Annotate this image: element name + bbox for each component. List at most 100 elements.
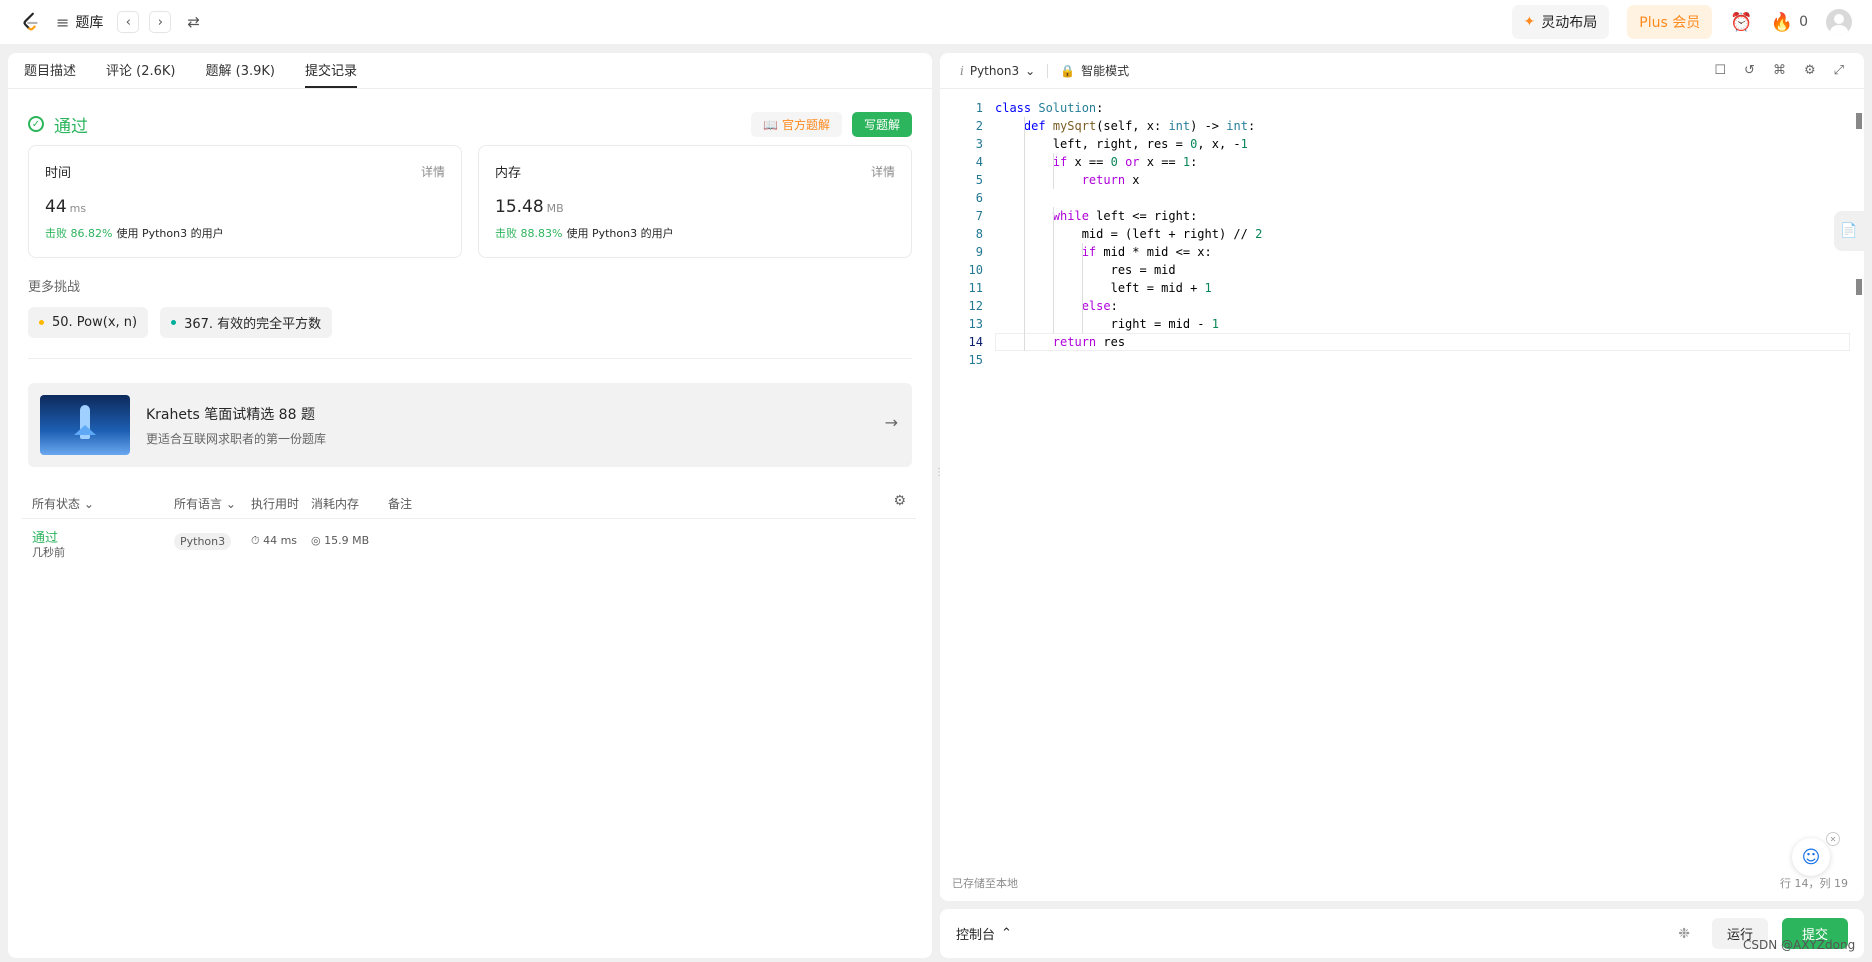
streak-counter[interactable]: 🔥 0: [1771, 12, 1808, 33]
tab-description[interactable]: 题目描述: [24, 60, 76, 88]
official-solution-button[interactable]: 📖 官方题解: [751, 111, 842, 137]
code-line[interactable]: 3 left, right, res = 0, x, -1: [940, 135, 1860, 153]
code-line[interactable]: 8 mid = (left + right) // 2: [940, 225, 1860, 243]
challenge-label: 50. Pow(x, n): [52, 315, 138, 330]
runtime-beat: 击败 86.82% 使用 Python3 的用户: [45, 225, 445, 241]
line-number: 8: [975, 227, 983, 241]
code-text: class Solution:: [995, 101, 1104, 115]
prev-problem-button[interactable]: ‹: [117, 11, 140, 33]
scrollbar[interactable]: [1856, 113, 1862, 129]
submission-memory: ◎ 15.9 MB: [311, 534, 369, 547]
editor-toolbar: i Python3 ⌄ 🔒 智能模式 ☐ ↺ ⌘ ⚙ ⤢: [940, 53, 1864, 89]
submission-runtime-value: 44 ms: [263, 534, 298, 547]
status-filter[interactable]: 所有状态 ⌄: [32, 495, 94, 512]
tab-submissions[interactable]: 提交记录: [304, 60, 357, 88]
line-number: 4: [975, 155, 983, 169]
code-text: while left <= right:: [1052, 209, 1198, 223]
code-line[interactable]: 11 left = mid + 1: [940, 279, 1860, 297]
memory-column-header: 消耗内存: [311, 497, 360, 511]
promo-subtitle: 更适合互联网求职者的第一份题库: [146, 431, 327, 446]
language-selector-label: Python3: [969, 63, 1020, 78]
fullscreen-icon[interactable]: ⤢: [1834, 63, 1844, 78]
avatar[interactable]: [1826, 9, 1852, 35]
code-line[interactable]: 12 else:: [940, 297, 1860, 315]
code-line[interactable]: 2 def mySqrt(self, x: int) -> int:: [940, 117, 1860, 135]
console-toggle[interactable]: 控制台 ⌃: [956, 924, 1012, 943]
line-number: 10: [968, 263, 983, 277]
settings-gear-icon[interactable]: ⚙: [1804, 63, 1816, 78]
code-text: return res: [1052, 335, 1126, 349]
code-line[interactable]: 6: [940, 189, 1860, 207]
document-icon[interactable]: 📄: [1834, 211, 1864, 251]
memory-detail-link[interactable]: 详情: [871, 163, 895, 180]
more-challenges-title: 更多挑战: [28, 280, 81, 295]
chat-assistant-icon[interactable]: ☺: [1792, 838, 1830, 876]
challenge-chip[interactable]: 367. 有效的完全平方数: [160, 307, 333, 338]
leetcode-logo-icon[interactable]: [20, 11, 42, 33]
code-text: if mid * mid <= x:: [1081, 245, 1212, 259]
next-problem-button[interactable]: ›: [149, 11, 172, 33]
code-line[interactable]: 14 return res: [940, 333, 1860, 351]
runtime-detail-link[interactable]: 详情: [421, 163, 445, 180]
code-editor[interactable]: 1 class Solution: 2 def mySqrt(self, x: in…: [940, 99, 1860, 369]
code-text: if x == 0 or x == 1:: [1052, 155, 1198, 169]
plus-member-button[interactable]: Plus 会员: [1627, 5, 1713, 39]
info-icon: i: [960, 63, 964, 78]
code-line[interactable]: 1 class Solution:: [940, 99, 1860, 117]
notes-column-header: 备注: [388, 497, 413, 511]
table-row[interactable]: 通过 几秒前 Python3 ⏱ 44 ms ◎ 15.9 MB: [22, 519, 916, 565]
submission-time-ago: 几秒前: [32, 546, 65, 559]
tab-solutions[interactable]: 题解 (3.9K): [206, 60, 275, 88]
promo-title: Krahets 笔面试精选 88 题: [146, 406, 315, 423]
debug-bug-icon[interactable]: ❉: [1678, 926, 1690, 942]
memory-value-line: 15.48 MB: [495, 197, 895, 217]
submission-runtime: ⏱ 44 ms: [251, 534, 297, 548]
command-icon[interactable]: ⌘: [1773, 63, 1786, 78]
write-solution-button[interactable]: 写题解: [851, 111, 912, 137]
rocket-fin-shape: [74, 425, 96, 435]
difficulty-dot-icon: [171, 320, 177, 325]
code-text: mid = (left + right) // 2: [995, 227, 1263, 241]
list-icon: ≡: [56, 12, 70, 32]
runtime-card[interactable]: 时间 详情 44 ms 击败 86.82% 使用 Python3 的用户: [28, 145, 462, 258]
smart-mode-toggle[interactable]: 🔒 智能模式: [1060, 62, 1129, 79]
runtime-beat-suffix: 使用 Python3 的用户: [116, 227, 224, 240]
study-plan-promo[interactable]: Krahets 笔面试精选 88 题 更适合互联网求职者的第一份题库 →: [28, 383, 912, 467]
sparkle-icon: ✦: [1523, 14, 1536, 30]
challenge-list: 50. Pow(x, n) 367. 有效的完全平方数: [28, 307, 912, 338]
language-selector[interactable]: i Python3 ⌄: [960, 64, 1035, 78]
editor-panel: i Python3 ⌄ 🔒 智能模式 ☐ ↺ ⌘ ⚙ ⤢ 1 class Solu…: [940, 53, 1864, 901]
alarm-clock-icon[interactable]: ⏰: [1730, 12, 1752, 33]
code-line[interactable]: 15: [940, 351, 1860, 369]
language-filter[interactable]: 所有语言 ⌄: [174, 495, 236, 512]
memory-label: 内存: [495, 166, 522, 181]
runtime-unit: ms: [69, 202, 87, 215]
code-line[interactable]: 13 right = mid - 1: [940, 315, 1860, 333]
tab-comments[interactable]: 评论 (2.6K): [106, 60, 175, 88]
code-line[interactable]: 7 while left <= right:: [940, 207, 1860, 225]
dynamic-layout-button[interactable]: ✦ 灵动布局: [1511, 5, 1610, 39]
code-line[interactable]: 4 if x == 0 or x == 1:: [940, 153, 1860, 171]
check-circle-icon: ✓: [28, 116, 44, 132]
panel-resize-handle[interactable]: ⋮: [934, 468, 944, 488]
memory-card[interactable]: 内存 详情 15.48 MB 击败 88.83% 使用 Python3 的用户: [478, 145, 912, 258]
problem-library-link[interactable]: ≡ 题库: [56, 12, 103, 32]
challenge-chip[interactable]: 50. Pow(x, n): [28, 307, 149, 338]
arrow-right-icon: →: [884, 413, 898, 432]
close-icon[interactable]: ✕: [1826, 832, 1840, 846]
challenge-label: 367. 有效的完全平方数: [184, 317, 322, 332]
indent-guide: [1081, 243, 1083, 297]
reset-icon[interactable]: ↺: [1744, 63, 1755, 78]
memory-unit: MB: [546, 202, 564, 215]
code-text: left, right, res = 0, x, -1: [995, 137, 1248, 151]
chevron-right-icon: ›: [157, 14, 163, 30]
cursor-marker: [1856, 279, 1862, 295]
code-line[interactable]: 10 res = mid: [940, 261, 1860, 279]
bookmark-icon[interactable]: ☐: [1714, 63, 1726, 78]
code-line[interactable]: 9 if mid * mid <= x:: [940, 243, 1860, 261]
settings-gear-icon[interactable]: ⚙: [893, 493, 906, 509]
line-number: 12: [968, 299, 983, 313]
code-line[interactable]: 5 return x: [940, 171, 1860, 189]
line-number: 15: [968, 353, 983, 367]
shuffle-icon[interactable]: ⇄: [187, 13, 200, 31]
